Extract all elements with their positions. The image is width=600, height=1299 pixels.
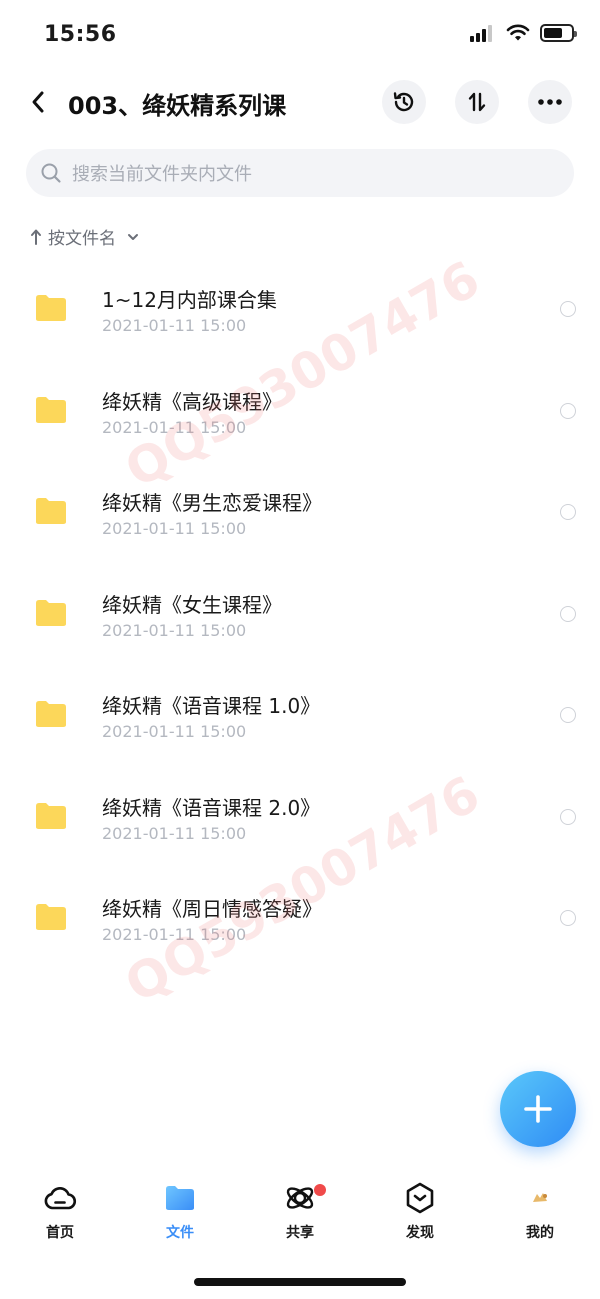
file-name: 绛妖精《语音课程 2.0》 [102,795,321,820]
select-checkbox[interactable] [560,808,576,825]
tab-label: 共享 [286,1225,314,1241]
avatar-icon [522,1180,558,1216]
header: 003、绛妖精系列课 [0,78,600,128]
search-icon [41,163,61,183]
file-date: 2021-01-11 15:00 [102,823,247,843]
select-checkbox[interactable] [560,707,576,723]
plus-icon [524,1095,552,1123]
tab-label: 文件 [166,1225,194,1241]
file-name: 绛妖精《高级课程》 [102,389,282,414]
select-checkbox[interactable] [560,301,576,317]
folder-icon [36,904,66,930]
list-item[interactable]: 绛妖精《女生课程》 2021-01-11 15:00 [0,563,600,665]
list-item[interactable]: 绛妖精《高级课程》 2021-01-11 15:00 [0,360,600,462]
tab-label: 首页 [46,1225,74,1241]
folder-icon [36,802,66,829]
sort-label: 按文件名 [48,229,116,249]
select-checkbox[interactable] [560,402,576,419]
history-button[interactable] [382,80,426,124]
tab-share[interactable]: 共享 [240,1180,360,1250]
select-checkbox[interactable] [560,605,576,622]
list-item[interactable]: 绛妖精《男生恋爱课程》 2021-01-11 15:00 [0,461,600,563]
folder-icon [162,1180,198,1216]
battery-icon [540,24,577,42]
tab-label: 发现 [406,1225,434,1241]
list-item[interactable]: 1~12月内部课合集 2021-01-11 15:00 [0,258,600,360]
sort-selector[interactable]: 按文件名 [30,224,140,249]
file-name: 绛妖精《男生恋爱课程》 [102,491,322,515]
file-date: 2021-01-11 15:00 [102,519,247,538]
folder-icon [36,396,66,423]
page-title: 003、绛妖精系列课 [68,92,287,120]
folder-icon [36,701,66,727]
cellular-signal-icon [470,24,496,42]
back-button[interactable] [20,84,56,120]
home-indicator [194,1278,406,1286]
file-date: 2021-01-11 15:00 [102,722,247,741]
folder-icon [36,599,66,626]
file-date: 2021-01-11 15:00 [102,316,247,335]
status-icons [470,24,577,42]
status-bar: 15:56 [0,0,600,70]
folder-icon [36,295,66,321]
tab-label: 我的 [526,1225,554,1241]
chevron-left-icon [32,91,44,113]
add-button[interactable] [500,1071,576,1147]
search-placeholder: 搜索当前文件夹内文件 [72,164,252,185]
cloud-icon [42,1180,78,1216]
tab-discover[interactable]: 发现 [360,1180,480,1250]
screen: 15:56 003、绛妖精系列课 搜索当前文件夹内文件 按文件名 1~12月内部… [0,0,600,1299]
notification-badge [314,1184,326,1196]
history-icon [393,92,414,112]
tab-bar: 首页 文件 共享 发现 我的 [0,1180,600,1250]
file-date: 2021-01-11 15:00 [102,925,247,944]
wifi-icon [506,24,530,41]
file-name: 绛妖精《语音课程 1.0》 [102,694,321,718]
compass-icon [402,1180,438,1216]
more-button[interactable] [528,80,572,124]
arrow-up-icon [31,229,41,245]
tab-home[interactable]: 首页 [0,1180,120,1250]
sort-arrows-icon [468,92,486,112]
status-time: 15:56 [44,22,117,47]
chevron-down-icon [128,233,138,240]
file-name: 绛妖精《周日情感答疑》 [102,897,322,921]
file-date: 2021-01-11 15:00 [102,417,247,437]
file-list: 1~12月内部课合集 2021-01-11 15:00 绛妖精《高级课程》 20… [0,258,600,969]
more-dots-icon [538,99,562,105]
orbit-icon [282,1180,318,1216]
file-date: 2021-01-11 15:00 [102,620,247,640]
select-checkbox[interactable] [560,504,576,520]
select-checkbox[interactable] [560,910,576,926]
tab-profile[interactable]: 我的 [480,1180,600,1250]
list-item[interactable]: 绛妖精《周日情感答疑》 2021-01-11 15:00 [0,867,600,969]
file-name: 1~12月内部课合集 [102,288,277,312]
sort-toggle-button[interactable] [455,80,499,124]
list-item[interactable]: 绛妖精《语音课程 2.0》 2021-01-11 15:00 [0,766,600,868]
file-name: 绛妖精《女生课程》 [102,592,282,617]
tab-files[interactable]: 文件 [120,1180,240,1250]
list-item[interactable]: 绛妖精《语音课程 1.0》 2021-01-11 15:00 [0,664,600,766]
search-input[interactable]: 搜索当前文件夹内文件 [26,149,574,197]
folder-icon [36,498,66,524]
